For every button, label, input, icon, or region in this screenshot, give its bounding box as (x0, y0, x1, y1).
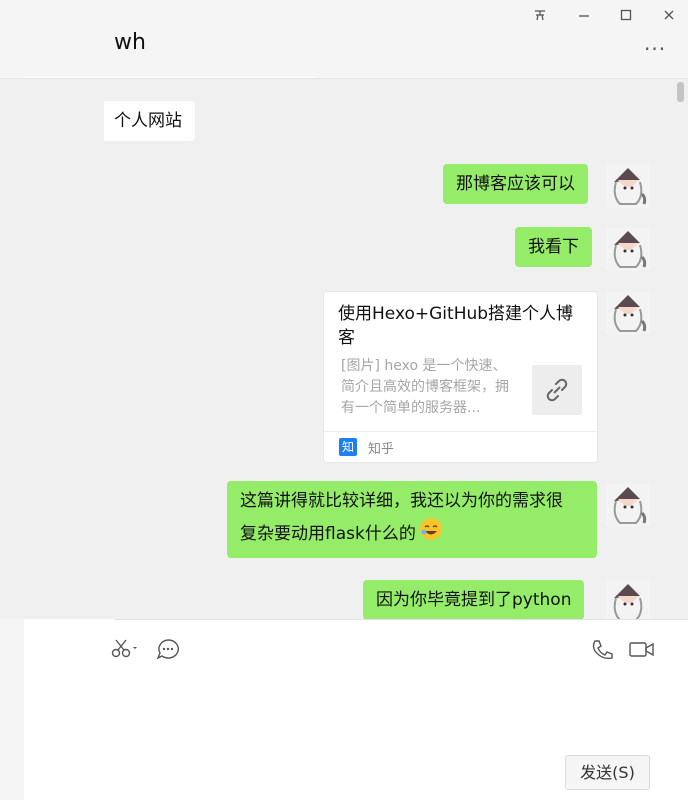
more-options-icon[interactable]: ··· (644, 37, 666, 61)
message-bubble-sent[interactable]: 这篇讲得就比较详细，我还以为你的需求很 复杂要动用flask什么的 (227, 481, 597, 558)
avatar[interactable] (606, 164, 650, 208)
message-bubble-received[interactable]: 个人网站 (104, 101, 195, 141)
message-bubble-sent[interactable]: 那博客应该可以 (443, 164, 588, 204)
pin-icon[interactable] (530, 8, 550, 26)
chat-title: wh (114, 30, 146, 55)
message-text: 因为你毕竟提到了python (376, 590, 572, 610)
scrollbar-thumb[interactable] (677, 82, 684, 102)
sidebar-strip (0, 619, 24, 800)
chat-bubble-icon[interactable] (156, 638, 180, 665)
divider (24, 77, 316, 78)
message-bubble-sent[interactable]: 我看下 (515, 227, 592, 267)
minimize-icon[interactable] (574, 8, 594, 26)
avatar[interactable] (606, 483, 650, 527)
message-text: 那博客应该可以 (456, 174, 575, 194)
link-card-title: 使用Hexo+GitHub搭建个人博客 (338, 304, 574, 348)
link-icon (532, 365, 582, 415)
video-icon[interactable] (628, 638, 656, 665)
scissors-icon[interactable] (110, 638, 140, 665)
scrollbar-track[interactable] (675, 79, 688, 619)
avatar[interactable] (606, 227, 650, 271)
phone-icon[interactable] (590, 638, 614, 665)
link-card-source: 知乎 (368, 442, 395, 457)
message-bubble-sent[interactable]: 因为你毕竟提到了python (363, 580, 585, 620)
link-card[interactable]: 使用Hexo+GitHub搭建个人博客 [图片] hexo 是一个快速、简介且高… (323, 291, 598, 463)
message-text-row: 复杂要动用flask什么的 (240, 516, 584, 552)
left-pane-cover (0, 79, 114, 619)
message-text: 这篇讲得就比较详细，我还以为你的需求很 (240, 491, 563, 511)
avatar[interactable] (606, 580, 650, 619)
send-button[interactable]: 发送(S) (565, 755, 650, 790)
avatar[interactable] (606, 291, 650, 335)
message-text: 个人网站 (114, 111, 182, 131)
laughing-face-icon (418, 516, 444, 552)
zhihu-icon: 知 (339, 438, 357, 456)
link-card-description: [图片] hexo 是一个快速、简介且高效的博客框架，拥有一个简单的服务器... (341, 358, 509, 416)
maximize-icon[interactable] (616, 8, 636, 26)
close-icon[interactable] (659, 8, 679, 26)
link-card-footer: 知 知乎 (324, 431, 597, 463)
message-text: 我看下 (528, 237, 579, 257)
message-text: 复杂要动用flask什么的 (240, 523, 416, 544)
